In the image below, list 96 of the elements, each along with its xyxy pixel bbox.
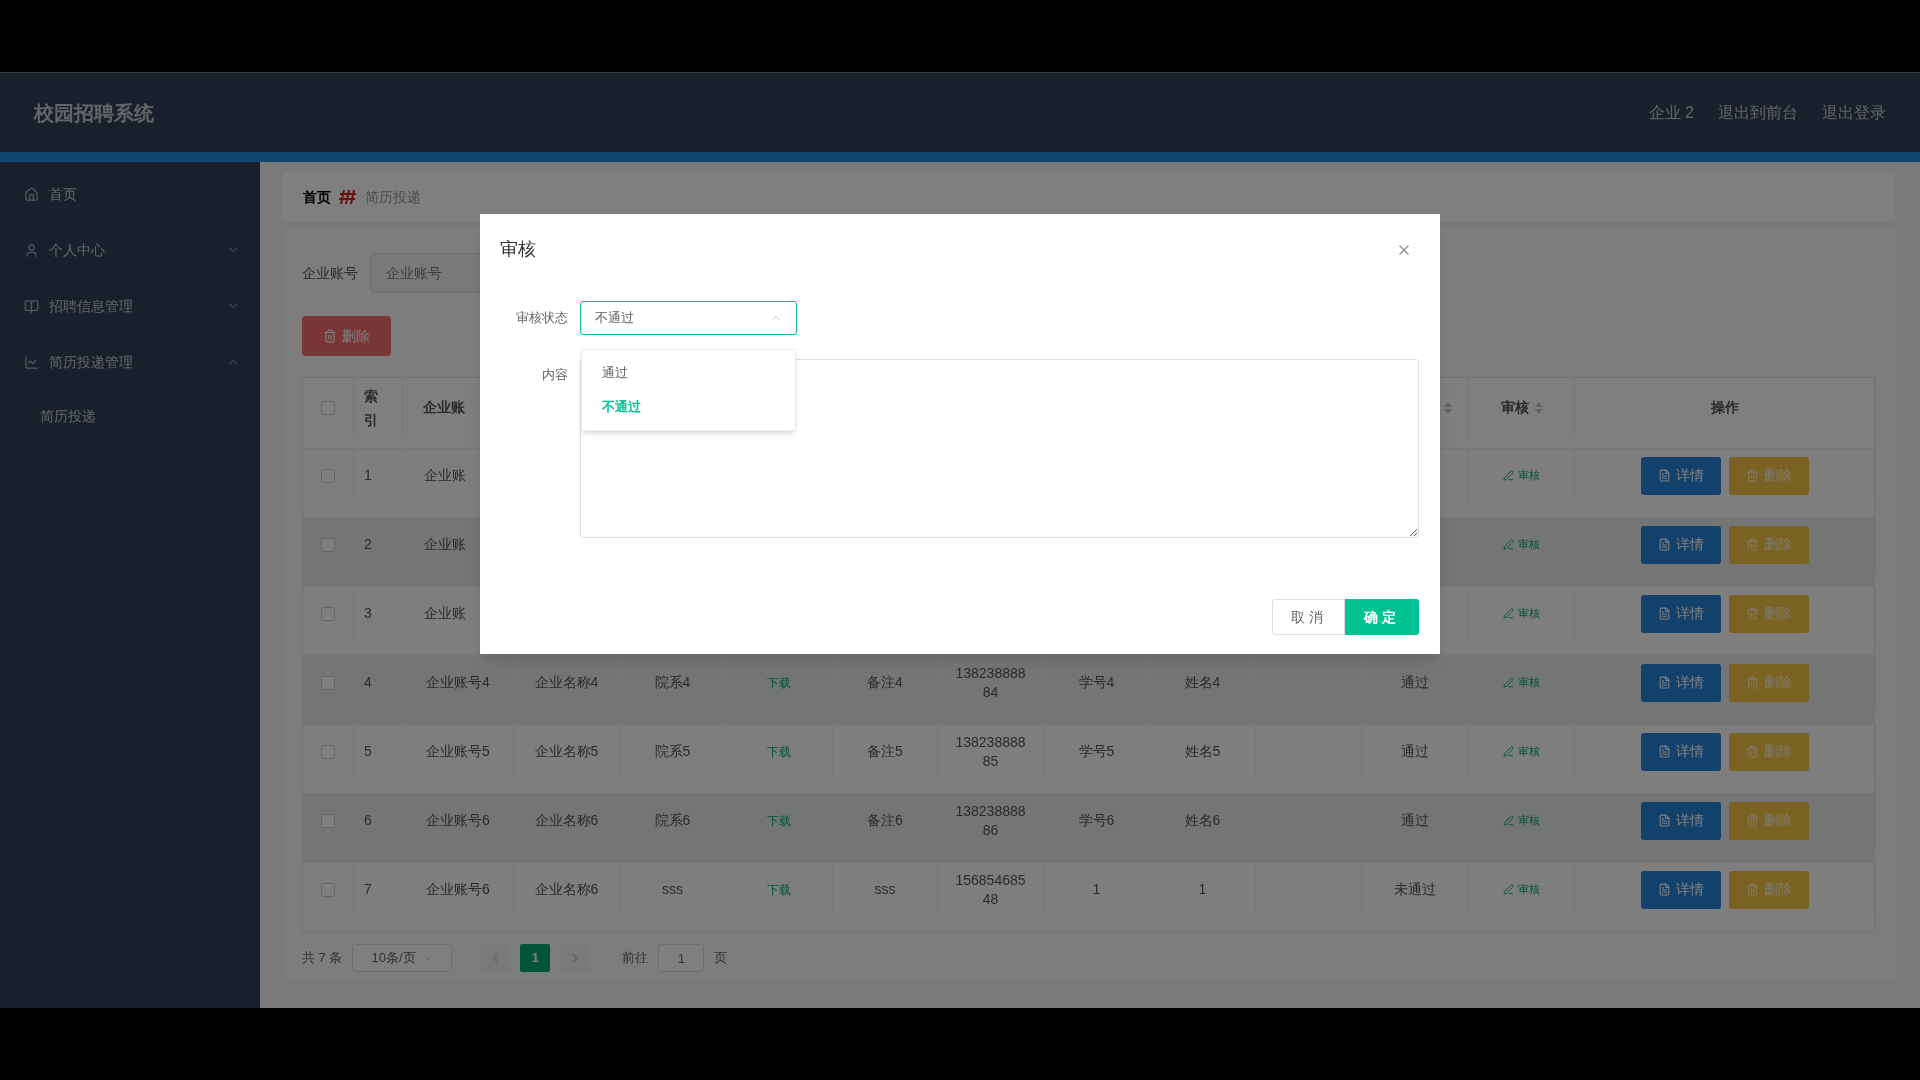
page-button[interactable]: 1: [520, 944, 551, 972]
table-cell-text: 1: [1198, 880, 1207, 899]
details-button[interactable]: 详情: [1641, 870, 1721, 909]
delete-button[interactable]: 删除: [1729, 525, 1809, 564]
table-cell-text: 通过: [1401, 811, 1429, 830]
table-cell-text: 姓名4: [1184, 673, 1221, 692]
table-cell-text: 学号6: [1078, 811, 1115, 830]
table-cell-text: 院系4: [654, 673, 691, 692]
details-button[interactable]: 详情: [1641, 456, 1721, 495]
column-header: 操作: [1711, 398, 1739, 417]
audit-link[interactable]: 审核: [1503, 812, 1540, 829]
delete-button[interactable]: 删除: [1729, 594, 1809, 633]
sidebar-item[interactable]: 个人中心: [0, 222, 260, 278]
dropdown-option[interactable]: 不通过: [582, 390, 795, 424]
field-label: 内容: [541, 366, 569, 384]
table-cell-text: 1: [1092, 880, 1101, 899]
details-button[interactable]: 详情: [1641, 663, 1721, 702]
field-label: 审核状态: [515, 309, 569, 328]
table-cell-text: 姓名6: [1184, 811, 1221, 830]
download-link[interactable]: 下载: [767, 880, 791, 899]
delete-button[interactable]: 删除: [1729, 870, 1809, 909]
table-cell-text: 7: [364, 880, 372, 899]
audit-link[interactable]: 审核: [1503, 467, 1540, 484]
status-select[interactable]: 不通过: [580, 301, 797, 335]
goto-label: 前往: [622, 949, 649, 968]
download-link[interactable]: 下载: [767, 811, 791, 830]
table-cell-text: sss: [874, 880, 896, 899]
table-cell-text: 企业账号6: [426, 880, 490, 899]
download-link[interactable]: 下载: [767, 742, 791, 761]
table-cell-text: 6: [364, 811, 372, 830]
table-cell-text: 企业账: [424, 604, 466, 623]
table-cell-text: 学号4: [1078, 673, 1115, 692]
table-cell-text: 15685468548: [954, 870, 1027, 909]
details-button[interactable]: 详情: [1641, 801, 1721, 840]
details-button[interactable]: 详情: [1641, 525, 1721, 564]
audit-link[interactable]: 审核: [1503, 743, 1540, 760]
audit-link[interactable]: 审核: [1503, 674, 1540, 691]
goto-suffix: 页: [714, 949, 728, 968]
delete-button[interactable]: 删除: [1729, 801, 1809, 840]
bulk-delete-button[interactable]: 删除: [302, 316, 391, 356]
table-cell-text: 企业名称5: [534, 742, 599, 761]
table-cell-text: 通过: [1401, 742, 1429, 761]
table-cell-text: 1: [364, 466, 372, 485]
confirm-button[interactable]: 确定: [1345, 599, 1419, 635]
delete-button[interactable]: 删除: [1729, 456, 1809, 495]
column-header: 企业账: [423, 398, 465, 417]
table-cell-text: 院系6: [654, 811, 691, 830]
header-link[interactable]: 退出到前台: [1718, 100, 1798, 125]
table-cell-text: 企业名称4: [534, 673, 599, 692]
table-cell-text: 4: [364, 673, 372, 692]
dropdown-option[interactable]: 通过: [582, 356, 795, 390]
cancel-button[interactable]: 取消: [1272, 599, 1345, 635]
sidebar-item[interactable]: 首页: [0, 166, 260, 222]
details-button[interactable]: 详情: [1641, 594, 1721, 633]
header-link[interactable]: 退出登录: [1822, 100, 1886, 125]
table-cell-text: 备注4: [867, 673, 903, 692]
audit-link[interactable]: 审核: [1503, 881, 1540, 898]
table-cell-text: 院系5: [654, 742, 691, 761]
breadcrumb-item[interactable]: 首页: [303, 186, 331, 208]
table-cell-text: 13823888886: [954, 801, 1027, 840]
goto-page-field[interactable]: 1: [658, 944, 705, 972]
table-cell-text: 学号5: [1078, 742, 1115, 761]
sidebar-item[interactable]: 招聘信息管理: [0, 278, 260, 334]
search-label: 企业账号: [302, 263, 358, 283]
table-cell-text: 13823888885: [954, 732, 1027, 771]
table-cell-text: 企业账号5: [426, 742, 490, 761]
table-cell-text: 备注6: [867, 811, 903, 830]
column-header: 索引: [364, 386, 379, 430]
total-count: 共 7 条: [302, 949, 343, 968]
table-cell-text: 通过: [1401, 673, 1429, 692]
table-cell-text: 企业名称6: [534, 811, 599, 830]
sidebar-subitem[interactable]: 简历投递: [0, 390, 260, 442]
header-link[interactable]: 企业 2: [1648, 100, 1694, 125]
sidebar-item[interactable]: 简历投递管理: [0, 334, 260, 390]
table-cell-text: 企业账号6: [426, 811, 490, 830]
delete-button[interactable]: 删除: [1729, 732, 1809, 771]
table-cell-text: 5: [364, 742, 372, 761]
table-cell-text: sss: [662, 880, 683, 899]
app-title: 校园招聘系统: [34, 100, 155, 126]
table-cell-text: 企业账号4: [426, 673, 490, 692]
audit-link[interactable]: 审核: [1503, 536, 1540, 553]
delete-button[interactable]: 删除: [1729, 663, 1809, 702]
audit-link[interactable]: 审核: [1503, 605, 1540, 622]
table-cell-text: 13823888884: [954, 663, 1027, 702]
download-link[interactable]: 下载: [767, 673, 791, 692]
table-cell-text: 姓名5: [1184, 742, 1221, 761]
page-size-select[interactable]: 10条/页: [352, 944, 453, 972]
table-cell-text: 未通过: [1394, 880, 1436, 899]
table-cell-text: 备注5: [867, 742, 903, 761]
table-cell-text: 企业账: [424, 466, 466, 485]
table-cell-text: 2: [364, 535, 372, 554]
details-button[interactable]: 详情: [1641, 732, 1721, 771]
table-cell-text: 企业账: [424, 535, 466, 554]
table-cell-text: 3: [364, 604, 372, 623]
table-cell-text: 企业名称6: [534, 880, 599, 899]
column-header: 审核: [1500, 398, 1529, 417]
